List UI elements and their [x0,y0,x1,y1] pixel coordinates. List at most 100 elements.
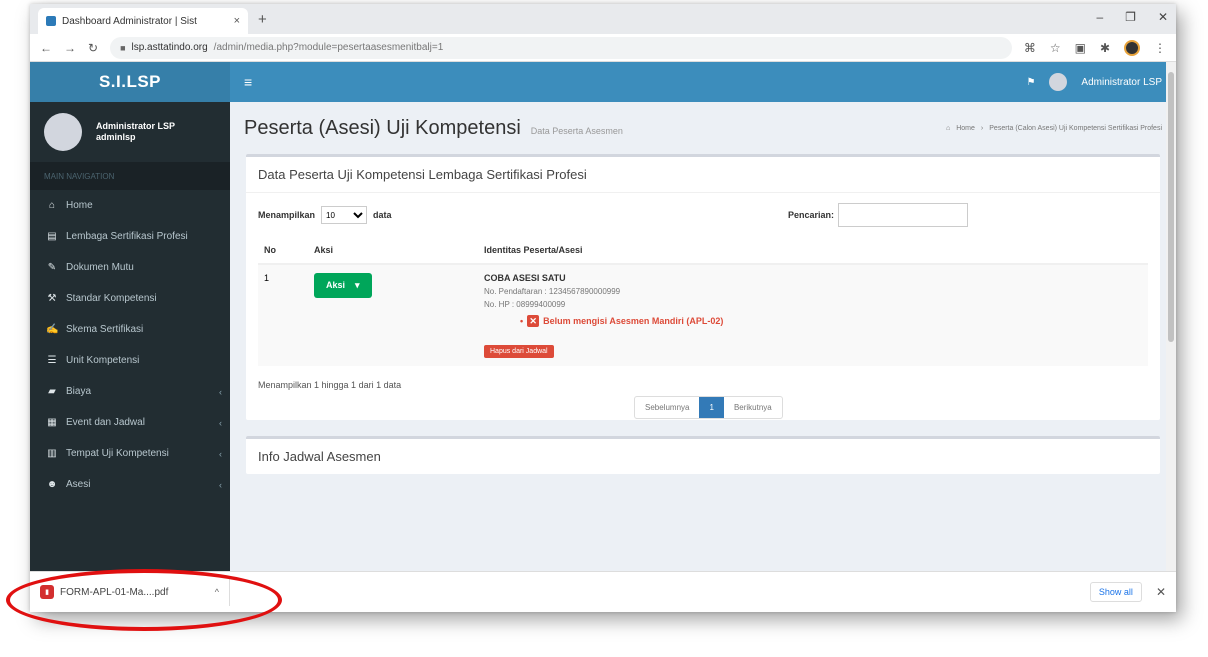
sidebar-item-label: Biaya [66,386,92,397]
nav-header: MAIN NAVIGATION [30,162,230,190]
institution-icon: ▤ [47,231,57,242]
list-icon: ☰ [47,355,57,366]
sidebar-item[interactable]: ✎ Dokumen Mutu [30,252,230,283]
breadcrumb-separator: › [980,124,984,132]
table-header[interactable]: Identitas Peserta/Asesi [478,237,1148,265]
avatar[interactable] [1049,73,1068,91]
warning-text: Belum mengisi Asesmen Mandiri (APL-02) [543,316,724,326]
home-icon: ⌂ [946,124,951,132]
close-icon[interactable]: ✕ [1156,585,1166,599]
main-content: ≡ ⚑ Administrator LSP Peserta (Asesi) Uj… [230,62,1176,571]
home-icon: ⌂ [48,200,56,211]
topbar-user-name[interactable]: Administrator LSP [1081,77,1162,88]
row-number: 1 [258,264,308,366]
scrollbar[interactable] [1166,62,1176,571]
page-button[interactable]: 1 [699,397,724,418]
sidebar-item[interactable]: ▦ Event dan Jadwal ‹ [30,407,230,438]
calendar-icon: ▦ [47,417,57,428]
pagination: Sebelumnya 1 Berikutnya [634,396,783,419]
window-controls: – ❐ ✕ [1096,10,1168,24]
phone-number: No. HP : 08999400099 [484,300,566,309]
breadcrumb: ⌂ Home › Peserta (Calon Asesi) Uji Kompe… [946,125,1162,132]
money-icon: ▰ [48,386,56,397]
search-input[interactable] [838,203,968,227]
url-domain: lsp.asttatindo.org [131,42,208,53]
translate-icon[interactable]: ⌘ [1024,41,1036,55]
sidebar-item-label: Unit Kompetensi [66,355,140,366]
breadcrumb-current: Peserta (Calon Asesi) Uji Kompetensi Ser… [989,124,1162,132]
menu-dots-icon[interactable]: ⋮ [1154,41,1166,55]
app-logo[interactable]: S.I.LSP [30,62,230,102]
apl02-warning: • ✕ Belum mengisi Asesmen Mandiri (APL-0… [520,315,1142,327]
sidebar-item[interactable]: ⌂ Home [30,190,230,221]
breadcrumb-home[interactable]: Home [956,125,975,132]
sidebar: S.I.LSP Administrator LSP adminlsp MAIN … [30,62,230,571]
show-entries-label: Menampilkan [258,210,316,220]
puzzle-icon[interactable]: ✱ [1100,41,1110,55]
forward-icon[interactable]: → [64,41,76,55]
times-icon: ✕ [527,315,540,327]
box-title: Info Jadwal Asesmen [258,449,381,464]
content-header: Peserta (Asesi) Uji Kompetensi Data Pese… [230,102,1176,154]
box-title: Data Peserta Uji Kompetensi Lembaga Sert… [246,157,1160,193]
users-icon: ☻ [46,479,58,490]
sidebar-item-label: Home [66,200,93,211]
extensions-icon[interactable]: ▣ [1075,41,1086,55]
next-page-button[interactable]: Berikutnya [724,397,782,418]
back-icon[interactable]: ← [40,41,52,55]
chevron-left-icon: ‹ [219,479,222,490]
profile-avatar[interactable] [1124,39,1140,56]
table-header[interactable]: Aksi [308,237,478,265]
sidebar-item[interactable]: ☰ Unit Kompetensi [30,345,230,376]
url-path: /admin/media.php?module=pesertaasesmenit… [213,42,444,53]
reload-icon[interactable]: ↻ [88,41,98,55]
table-row: 1 Aksi ▾ COBA ASESI SATU No. Pendaftaran … [258,264,1148,366]
prev-page-button[interactable]: Sebelumnya [635,397,699,418]
sidebar-item[interactable]: ▤ Lembaga Sertifikasi Profesi [30,221,230,252]
maximize-button[interactable]: ❐ [1125,10,1136,24]
sidebar-item-label: Standar Kompetensi [66,293,157,304]
search-label: Pencarian: [787,210,834,220]
address-bar: ← → ↻ ■ lsp.asttatindo.org/admin/media.p… [30,34,1176,62]
sidebar-item[interactable]: ▥ Tempat Uji Kompetensi ‹ [30,438,230,469]
browser-tab[interactable]: Dashboard Administrator | Sist × [38,8,248,34]
chevron-left-icon: ‹ [219,448,222,459]
hamburger-menu-icon[interactable]: ≡ [244,74,252,90]
minimize-button[interactable]: – [1096,10,1103,24]
url-input[interactable]: ■ lsp.asttatindo.org/admin/media.php?mod… [110,36,1012,59]
page-title: Peserta (Asesi) Uji Kompetensi [244,116,521,139]
sidebar-item[interactable]: ▰ Biaya ‹ [30,376,230,407]
table-header[interactable]: No [258,237,308,265]
scrollbar-thumb[interactable] [1168,72,1174,342]
building-icon: ▥ [47,448,57,459]
table-info: Menampilkan 1 hingga 1 dari 1 data [258,380,402,390]
tab-close-icon[interactable]: × [234,15,240,27]
new-tab-button[interactable]: + [258,11,267,28]
user-name: Administrator LSP [96,121,176,132]
tab-strip: Dashboard Administrator | Sist × + – ❐ ✕ [30,4,1176,34]
participants-table: No Aksi Identitas Peserta/Asesi 1 Aksi ▾ [258,237,1148,366]
sidebar-item[interactable]: ✍ Skema Sertifikasi [30,314,230,345]
app-root: S.I.LSP Administrator LSP adminlsp MAIN … [30,62,1176,571]
sidebar-nav: ⌂ Home ▤ Lembaga Sertifikasi Profesi ✎ Dokume… [30,190,230,500]
sidebar-item[interactable]: ⚒ Standar Kompetensi [30,283,230,314]
bookmark-star-icon[interactable]: ☆ [1050,41,1061,55]
sidebar-item-label: Dokumen Mutu [66,262,134,273]
flag-icon[interactable]: ⚑ [1026,77,1035,88]
bullet-icon: • [520,316,524,326]
sidebar-item[interactable]: ☻ Asesi ‹ [30,469,230,500]
show-all-button[interactable]: Show all [1089,582,1142,602]
participant-name: COBA ASESI SATU [484,273,566,283]
remove-from-schedule-button[interactable]: Hapus dari Jadwal [484,345,554,358]
avatar [44,113,82,151]
close-window-button[interactable]: ✕ [1158,10,1168,24]
wrench-icon: ⚒ [47,293,57,304]
caret-down-icon: ▾ [355,280,360,290]
chevron-left-icon: ‹ [219,417,222,428]
aksi-dropdown-button[interactable]: Aksi ▾ [314,273,372,298]
entries-select[interactable]: 10 [321,206,368,224]
sidebar-item-label: Tempat Uji Kompetensi [66,448,169,459]
page-subtitle: Data Peserta Asesmen [530,126,623,136]
user-panel: Administrator LSP adminlsp [30,102,230,162]
table-footer: Menampilkan 1 hingga 1 dari 1 data Sebel… [246,366,1160,420]
